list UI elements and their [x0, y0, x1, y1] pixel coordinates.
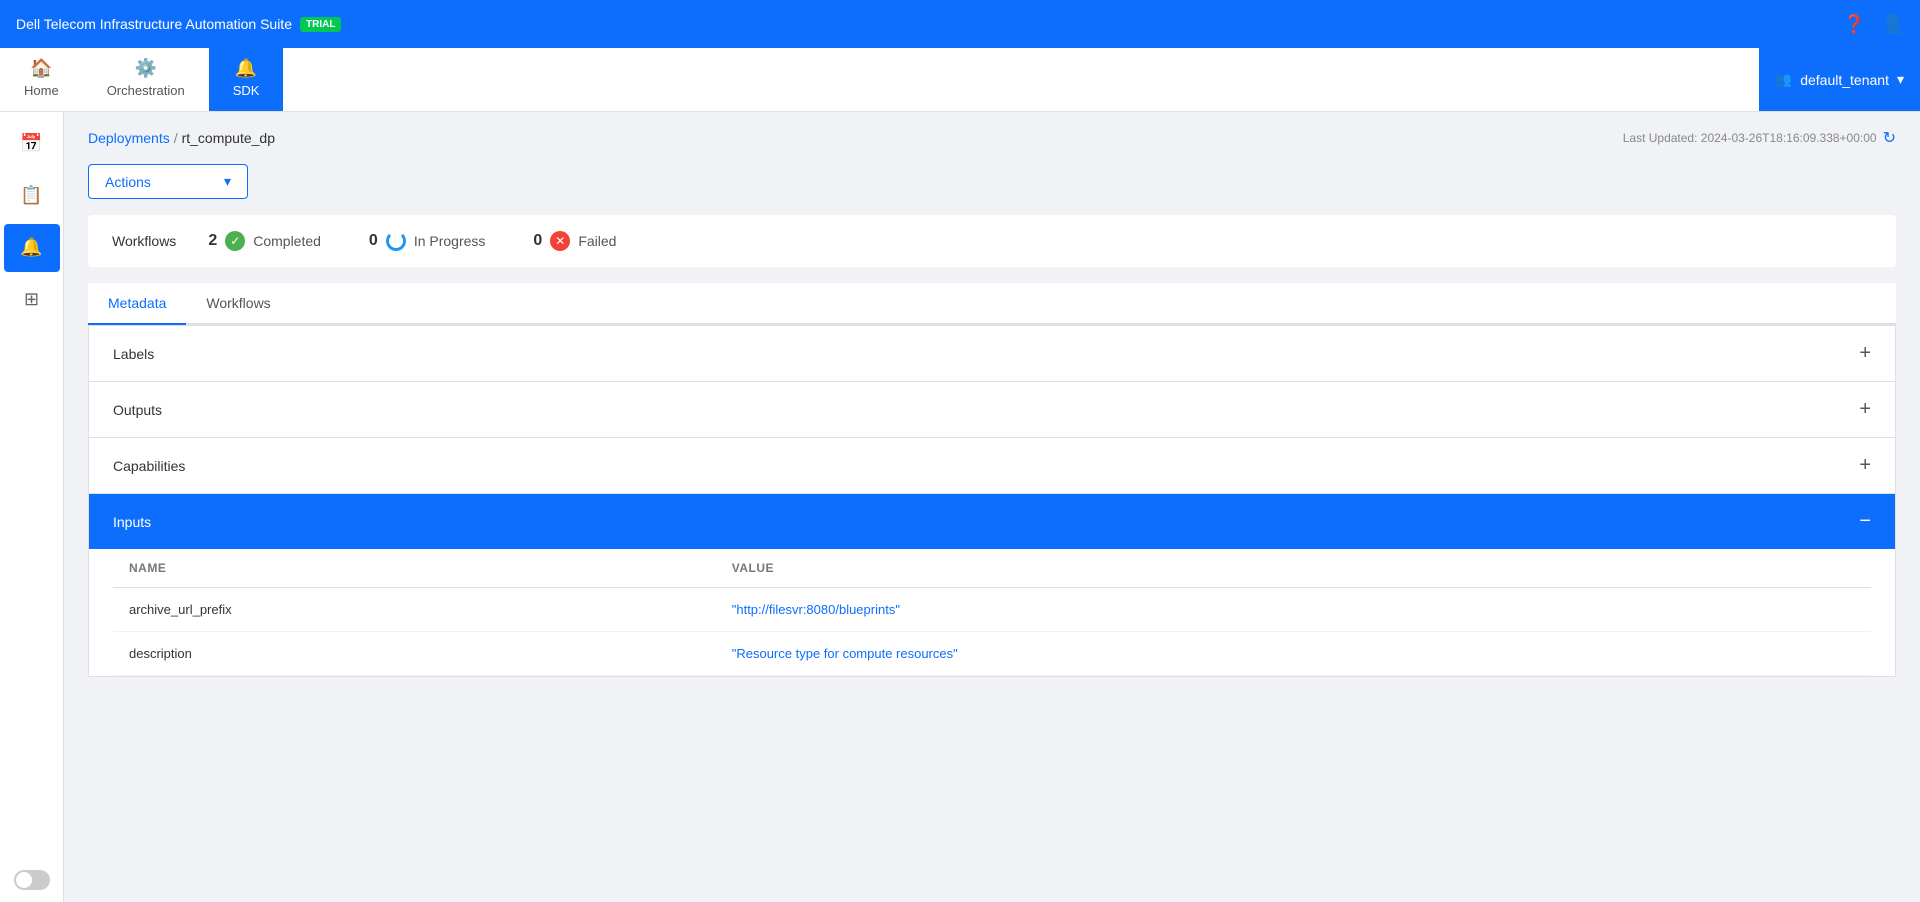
breadcrumb-separator: / [174, 130, 178, 146]
nav-tabs: 🏠 Home ⚙️ Orchestration 🔔 SDK [0, 48, 283, 111]
inputs-table: NAME VALUE archive_url_prefix"http://fil… [113, 549, 1871, 676]
sdk-icon: 🔔 [235, 58, 257, 79]
in-progress-label: In Progress [414, 233, 486, 249]
nav-tab-home[interactable]: 🏠 Home [0, 48, 83, 111]
capabilities-section-title: Capabilities [113, 458, 185, 474]
input-value-cell: "http://filesvr:8080/blueprints" [716, 588, 1871, 632]
nav-tab-orchestration-label: Orchestration [107, 83, 185, 98]
app-title: Dell Telecom Infrastructure Automation S… [16, 16, 292, 32]
nav-tab-sdk-label: SDK [233, 83, 260, 98]
bell-icon: 🔔 [20, 237, 42, 258]
outputs-section-header[interactable]: Outputs + [89, 382, 1895, 438]
col-name-header: NAME [113, 549, 716, 588]
main-layout: 📅 📋 🔔 ⊞ Deployments / rt_compute_dp L [0, 112, 1920, 902]
sections-container: Labels + Outputs + Capabilities + Inputs… [88, 325, 1896, 677]
nav-tab-orchestration[interactable]: ⚙️ Orchestration [83, 48, 209, 111]
sidebar-item-calendar[interactable]: 📅 [4, 120, 60, 168]
tenant-chevron-icon: ▾ [1897, 71, 1904, 88]
inputs-section-toggle[interactable]: − [1859, 510, 1871, 533]
col-value-header: VALUE [716, 549, 1871, 588]
sidebar-item-sdk[interactable]: 🔔 [4, 224, 60, 272]
completed-icon: ✓ [225, 231, 245, 251]
trial-badge: TRIAL [300, 17, 341, 32]
in-progress-icon [386, 231, 406, 251]
workflow-in-progress-stat: 0 In Progress [369, 231, 486, 251]
labels-section-title: Labels [113, 346, 154, 362]
last-updated: Last Updated: 2024-03-26T18:16:09.338+00… [1623, 128, 1896, 148]
actions-label: Actions [105, 174, 151, 190]
grid-icon: ⊞ [24, 289, 39, 310]
tabs-bar: Metadata Workflows [88, 283, 1896, 325]
breadcrumb-deployments-link[interactable]: Deployments [88, 130, 170, 146]
home-icon: 🏠 [30, 58, 52, 79]
outputs-section-toggle[interactable]: + [1859, 398, 1871, 421]
nav-tab-home-label: Home [24, 83, 59, 98]
refresh-icon[interactable]: ↻ [1883, 128, 1896, 148]
nav-tab-sdk[interactable]: 🔔 SDK [209, 48, 284, 111]
tenant-label: default_tenant [1800, 72, 1889, 88]
sidebar-item-grid[interactable]: ⊞ [4, 276, 60, 324]
workflows-title: Workflows [112, 233, 176, 249]
in-progress-count: 0 [369, 232, 378, 250]
capabilities-section-header[interactable]: Capabilities + [89, 438, 1895, 494]
actions-chevron-icon: ▾ [224, 173, 231, 190]
workflow-completed-stat: 2 ✓ Completed [208, 231, 321, 251]
top-bar-right: ❓ 👤 [1843, 14, 1904, 35]
sidebar-item-list[interactable]: 📋 [4, 172, 60, 220]
failed-label: Failed [578, 233, 616, 249]
calendar-icon: 📅 [20, 133, 42, 154]
table-row: archive_url_prefix"http://filesvr:8080/b… [113, 588, 1871, 632]
orchestration-icon: ⚙️ [135, 58, 157, 79]
breadcrumb-current: rt_compute_dp [182, 130, 275, 146]
failed-count: 0 [533, 232, 542, 250]
tenant-selector[interactable]: 👥 default_tenant ▾ [1759, 48, 1920, 111]
top-bar: Dell Telecom Infrastructure Automation S… [0, 0, 1920, 48]
input-value-cell: "Resource type for compute resources" [716, 632, 1871, 676]
toggle-knob [16, 872, 32, 888]
sidebar-bottom [14, 870, 50, 902]
nav-bar: 🏠 Home ⚙️ Orchestration 🔔 SDK 👥 default_… [0, 48, 1920, 112]
list-icon: 📋 [20, 185, 42, 206]
main-content: Deployments / rt_compute_dp Last Updated… [64, 112, 1920, 902]
labels-section-header[interactable]: Labels + [89, 326, 1895, 382]
last-updated-label: Last Updated: 2024-03-26T18:16:09.338+00… [1623, 131, 1877, 145]
inputs-section-title: Inputs [113, 514, 151, 530]
tab-metadata[interactable]: Metadata [88, 283, 186, 325]
input-name-cell: description [113, 632, 716, 676]
help-icon[interactable]: ❓ [1843, 14, 1865, 35]
inputs-table-container: NAME VALUE archive_url_prefix"http://fil… [89, 549, 1895, 676]
actions-button[interactable]: Actions ▾ [88, 164, 248, 199]
user-icon[interactable]: 👤 [1882, 14, 1904, 35]
outputs-section-title: Outputs [113, 402, 162, 418]
capabilities-section-toggle[interactable]: + [1859, 454, 1871, 477]
workflows-card: Workflows 2 ✓ Completed 0 In Progress 0 … [88, 215, 1896, 267]
completed-label: Completed [253, 233, 321, 249]
tenant-icon: 👥 [1775, 71, 1792, 88]
failed-icon: ✕ [550, 231, 570, 251]
tab-workflows[interactable]: Workflows [186, 283, 290, 325]
breadcrumb-left: Deployments / rt_compute_dp [88, 130, 275, 146]
table-row: description"Resource type for compute re… [113, 632, 1871, 676]
sidebar: 📅 📋 🔔 ⊞ [0, 112, 64, 902]
inputs-section-header[interactable]: Inputs − [89, 494, 1895, 549]
labels-section-toggle[interactable]: + [1859, 342, 1871, 365]
input-name-cell: archive_url_prefix [113, 588, 716, 632]
sidebar-toggle[interactable] [14, 870, 50, 890]
breadcrumb: Deployments / rt_compute_dp Last Updated… [88, 128, 1896, 148]
top-bar-left: Dell Telecom Infrastructure Automation S… [16, 16, 341, 32]
workflow-failed-stat: 0 ✕ Failed [533, 231, 616, 251]
completed-count: 2 [208, 232, 217, 250]
